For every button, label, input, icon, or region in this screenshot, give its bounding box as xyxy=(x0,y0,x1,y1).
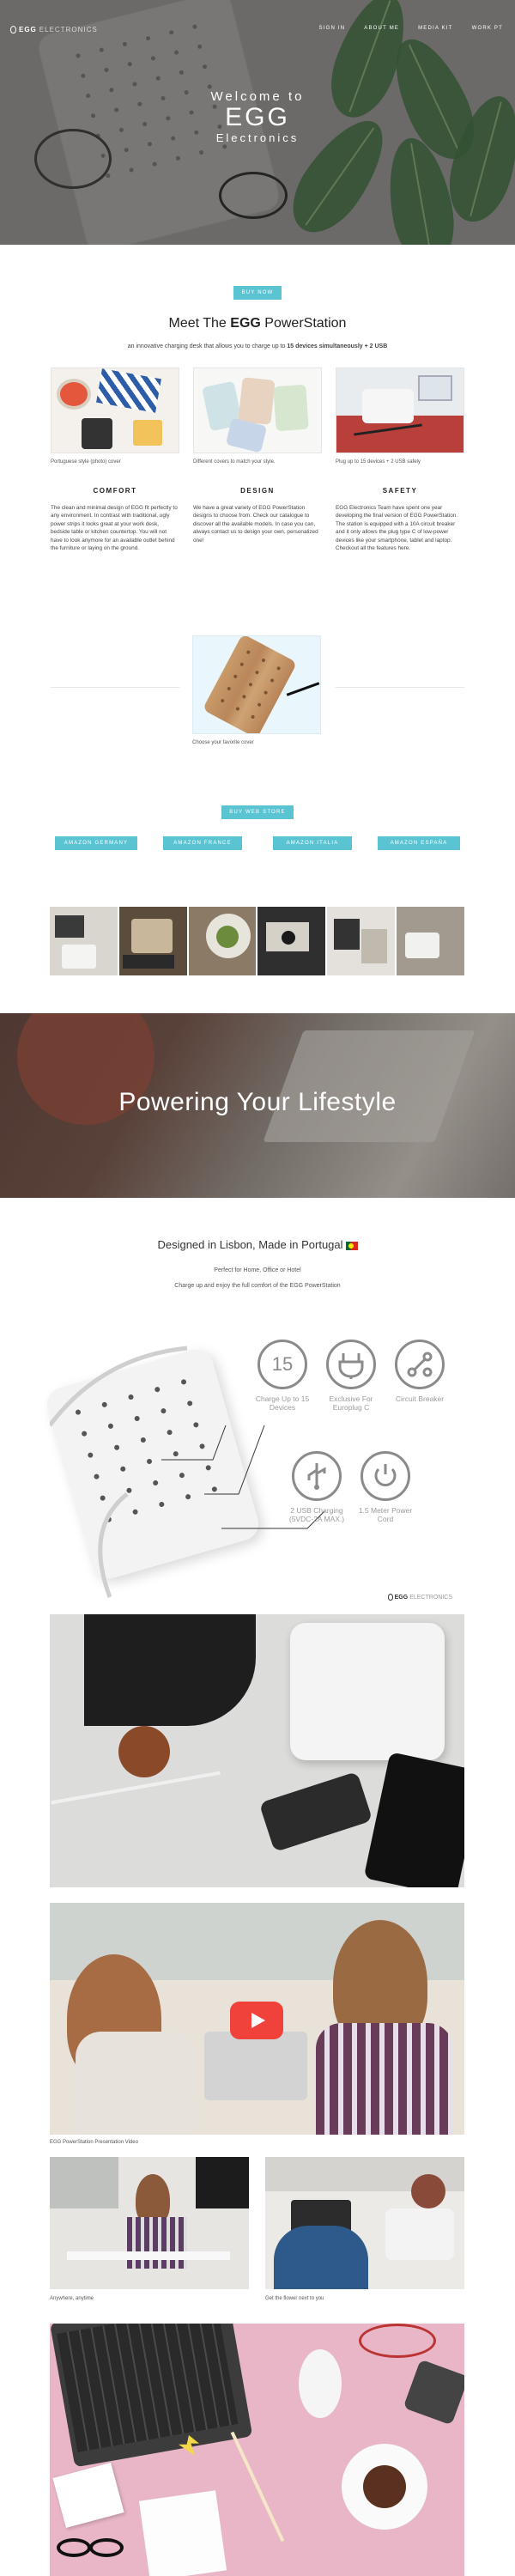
meet-subtitle: an innovative charging desk that allows … xyxy=(127,343,388,349)
anywhere-caption: Anywhere, anytime xyxy=(50,2296,94,2301)
egg-logo-icon xyxy=(10,26,16,33)
video-caption: EGG PowerStation Presentation Video xyxy=(50,2140,138,2145)
egg-logo-icon xyxy=(387,1594,393,1601)
column-caption: Different covers to match your style. xyxy=(193,459,276,465)
anywhere-photo xyxy=(50,2157,249,2289)
feature-label: Charge Up to 15 Devices xyxy=(255,1394,310,1412)
hero-section: EGG ELECTRONICS SIGN IN ABOUT ME MEDIA K… xyxy=(0,0,515,245)
nav-about-me[interactable]: ABOUT ME xyxy=(364,26,399,31)
safety-text: EGG Electronics Team have spent one year… xyxy=(336,505,458,552)
gallery-photo[interactable] xyxy=(188,907,257,975)
flower-photo xyxy=(265,2157,464,2289)
amazon-espana-button[interactable]: AMAZON ESPAÑA xyxy=(378,836,460,850)
photo-gallery xyxy=(50,907,464,975)
meet-title: Meet The EGG PowerStation xyxy=(168,316,347,331)
flower-caption: Get the flower next to you xyxy=(265,2296,324,2301)
design-text: We have a great variety of EGG PowerStat… xyxy=(193,505,318,544)
gallery-photo[interactable] xyxy=(258,907,326,975)
design-heading: DESIGN xyxy=(240,487,275,495)
amazon-germany-button[interactable]: AMAZON GERMANY xyxy=(55,836,137,850)
column-caption: Plug up to 15 devices + 2 USB safely xyxy=(336,459,421,465)
designed-title: Designed in Lisbon, Made in Portugal xyxy=(0,1238,515,1251)
site-logo[interactable]: EGG ELECTRONICS xyxy=(10,26,98,33)
usb-icon xyxy=(292,1451,342,1501)
circuit-breaker-icon xyxy=(395,1340,445,1389)
feature-label: Circuit Breaker xyxy=(395,1394,445,1403)
hero-title: Welcome to EGG Electronics xyxy=(210,89,305,144)
feature-label: 1.5 Meter Power Cord xyxy=(358,1506,413,1523)
comfort-text: The clean and minimal design of EGG fit … xyxy=(51,505,178,552)
safety-heading: SAFETY xyxy=(382,487,418,495)
designed-line-2: Charge up and enjoy the full comfort of … xyxy=(174,1283,341,1289)
nav-work-pt[interactable]: WORK PT xyxy=(472,26,503,31)
portuguese-cover-photo xyxy=(51,368,179,453)
buy-now-button[interactable]: BUY NOW xyxy=(233,286,282,300)
gallery-photo[interactable] xyxy=(50,907,118,975)
portugal-flag-icon xyxy=(345,1241,358,1250)
designed-line-1: Perfect for Home, Office or Hotel xyxy=(214,1267,301,1273)
nav-sign-in[interactable]: SIGN IN xyxy=(319,26,346,31)
video-thumbnail[interactable] xyxy=(50,1903,464,2135)
play-button-icon[interactable] xyxy=(230,2002,283,2039)
divider xyxy=(336,687,464,688)
pink-desk-photo xyxy=(50,2324,464,2576)
powering-banner: Powering Your Lifestyle xyxy=(0,1013,515,1198)
power-cord-icon xyxy=(360,1451,410,1501)
divider xyxy=(51,687,179,688)
comfort-heading: COMFORT xyxy=(93,487,137,495)
amazon-france-button[interactable]: AMAZON FRANCE xyxy=(163,836,242,850)
powering-headline: Powering Your Lifestyle xyxy=(118,1088,397,1116)
gallery-photo[interactable] xyxy=(327,907,396,975)
amazon-italia-button[interactable]: AMAZON ITALIA xyxy=(273,836,352,850)
design-covers-photo xyxy=(193,368,322,453)
europlug-icon xyxy=(326,1340,376,1389)
top-navigation: SIGN IN ABOUT ME MEDIA KIT WORK PT xyxy=(319,26,503,31)
column-caption: Portuguese style (photo) cover xyxy=(51,459,121,465)
buy-web-store-button[interactable]: BUY WEB STORE xyxy=(221,805,294,819)
gallery-photo[interactable] xyxy=(118,907,187,975)
nav-media-kit[interactable]: MEDIA KIT xyxy=(418,26,452,31)
egg-electronics-logo: EGG ELECTRONICS xyxy=(387,1594,452,1601)
feature-label: Exclusive For Europlug C xyxy=(329,1394,373,1412)
feature-label: 2 USB Charging (5VDC-2A MAX.) xyxy=(288,1506,345,1523)
features-diagram: 15 Charge Up to 15 Devices Exclusive For… xyxy=(43,1322,464,1606)
desk-photo xyxy=(50,1614,464,1887)
gallery-photo[interactable] xyxy=(397,907,464,975)
safety-plugs-photo xyxy=(336,368,464,453)
fifteen-devices-icon: 15 xyxy=(258,1340,307,1389)
wood-caption: Choose your favorite cover xyxy=(192,740,254,745)
wooden-cover-photo[interactable] xyxy=(192,635,321,734)
